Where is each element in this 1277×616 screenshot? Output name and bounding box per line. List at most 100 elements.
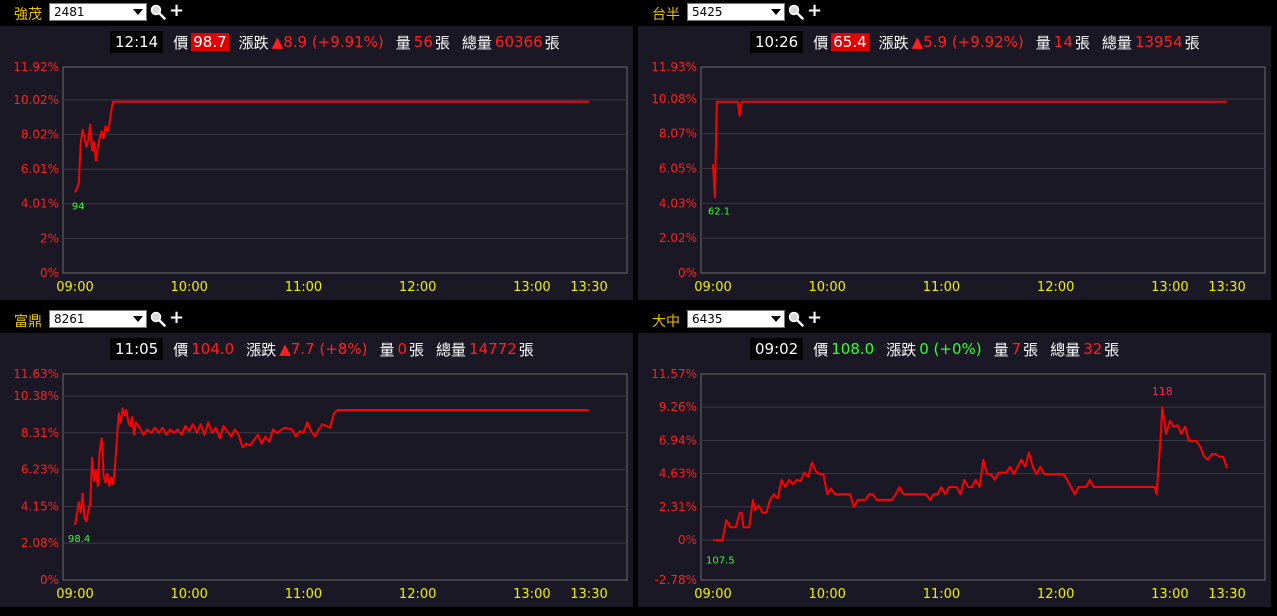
plot-frame	[700, 66, 1266, 274]
x-tick-label: 10:00	[808, 280, 845, 295]
panel-header: 富鼎 8261 +	[0, 307, 633, 332]
add-icon[interactable]: +	[807, 309, 822, 327]
stock-code-combobox[interactable]: 6435	[687, 310, 785, 328]
chevron-down-icon[interactable]	[771, 316, 781, 322]
x-tick-label: 13:00	[1151, 587, 1188, 602]
add-icon[interactable]: +	[169, 2, 184, 20]
y-tick-label: 8.02%	[21, 127, 59, 141]
chart-area: 10:26 價 65.4 漲跌 ▲5.9 (+9.92%) 量 14 張 總量 1…	[638, 26, 1271, 300]
y-tick-label: 11.63%	[13, 367, 59, 381]
stock-name: 台半	[652, 7, 680, 23]
chart-area: 09:02 價 108.0 漲跌 0 (+0%) 量 7張 總量 32 張 11.…	[638, 333, 1271, 607]
stock-code-combobox[interactable]: 5425	[687, 3, 785, 21]
intraday-line-chart: 11.92% 10.02% 8.02% 6.01% 4.01% 2% 0%09:00 10:0…	[13, 60, 628, 295]
x-tick-label: 13:30	[1208, 587, 1245, 602]
x-tick-label: 12:00	[399, 280, 436, 295]
stock-code-value: 2481	[54, 5, 85, 19]
y-tick-label: 8.07%	[659, 127, 697, 141]
stock-code-value: 8261	[54, 312, 85, 326]
y-tick-label: 6.05%	[659, 162, 697, 176]
y-tick-label: -2.78%	[655, 573, 697, 587]
stock-name: 富鼎	[14, 314, 42, 330]
chevron-down-icon[interactable]	[133, 316, 143, 322]
low-price-label: 94	[72, 201, 85, 212]
add-icon[interactable]: +	[169, 309, 184, 327]
intraday-line-chart: 11.63% 10.38% 8.31% 6.23% 4.15% 2.08% 0%09:00 1…	[13, 367, 628, 602]
x-tick-label: 09:00	[694, 587, 731, 602]
y-tick-label: 2%	[40, 231, 59, 245]
chevron-down-icon[interactable]	[133, 9, 143, 15]
price-line	[712, 100, 1227, 199]
y-tick-label: 10.02%	[13, 93, 59, 107]
search-icon[interactable]	[150, 311, 166, 327]
x-tick-label: 13:00	[513, 280, 550, 295]
x-tick-label: 13:00	[513, 587, 550, 602]
x-tick-label: 12:00	[399, 587, 436, 602]
low-price-label: 62.1	[708, 207, 730, 218]
chevron-down-icon[interactable]	[771, 9, 781, 15]
y-tick-label: 11.57%	[651, 367, 697, 381]
y-tick-label: 11.92%	[13, 60, 59, 74]
y-tick-label: 0%	[678, 266, 697, 280]
stock-code-value: 5425	[692, 5, 723, 19]
stock-code-combobox[interactable]: 8261	[49, 310, 147, 328]
stock-panel-8261: 富鼎 8261 + 11:05 價 104.0 漲跌 ▲7.7 (+8%) 量 …	[0, 307, 633, 607]
y-tick-label: 6.23%	[21, 463, 59, 477]
x-tick-label: 09:00	[694, 280, 731, 295]
y-tick-label: 10.38%	[13, 389, 59, 403]
x-tick-label: 12:00	[1037, 587, 1074, 602]
x-tick-label: 10:00	[808, 587, 845, 602]
y-tick-label: 6.94%	[659, 433, 697, 447]
x-tick-label: 12:00	[1037, 280, 1074, 295]
y-tick-label: 10.08%	[651, 92, 697, 106]
stock-panel-2481: 強茂 2481 + 12:14 價 98.7 漲跌 ▲8.9 (+9.91%) …	[0, 0, 633, 300]
search-icon[interactable]	[788, 4, 804, 20]
y-tick-label: 11.93%	[651, 60, 697, 74]
stock-name: 強茂	[14, 7, 42, 23]
x-tick-label: 13:00	[1151, 280, 1188, 295]
x-tick-label: 10:00	[170, 587, 207, 602]
intraday-line-chart: 11.93% 10.08% 8.07% 6.05% 4.03% 2.02% 0%09:00 1…	[651, 60, 1266, 295]
stock-code-combobox[interactable]: 2481	[49, 3, 147, 21]
x-tick-label: 09:00	[56, 280, 93, 295]
stock-panel-6435: 大中 6435 + 09:02 價 108.0 漲跌 0 (+0%) 量 7張 …	[638, 307, 1271, 607]
low-price-label: 98.4	[68, 534, 90, 545]
y-tick-label: 2.08%	[21, 536, 59, 550]
plot-frame	[700, 373, 1266, 581]
x-tick-label: 11:00	[285, 587, 322, 602]
y-tick-label: 4.01%	[21, 197, 59, 211]
x-tick-label: 13:30	[570, 280, 607, 295]
chart-area: 11:05 價 104.0 漲跌 ▲7.7 (+8%) 量 0張 總量 1477…	[0, 333, 633, 607]
y-tick-label: 4.03%	[659, 196, 697, 210]
intraday-line-chart: 11.57% 9.26% 6.94% 4.63% 2.31% 0% -2.78%09:00 1…	[651, 367, 1266, 602]
y-tick-label: 9.26%	[659, 400, 697, 414]
y-tick-label: 2.02%	[659, 231, 697, 245]
search-icon[interactable]	[150, 4, 166, 20]
plot-frame	[62, 66, 628, 274]
x-tick-label: 13:30	[1208, 280, 1245, 295]
x-tick-label: 11:00	[285, 280, 322, 295]
y-tick-label: 0%	[678, 533, 697, 547]
x-tick-label: 11:00	[923, 280, 960, 295]
y-tick-label: 8.31%	[21, 426, 59, 440]
price-line	[74, 407, 589, 526]
stock-name: 大中	[652, 314, 680, 330]
low-price-label: 107.5	[706, 556, 735, 567]
y-tick-label: 4.63%	[659, 467, 697, 481]
high-price-label: 118	[1152, 385, 1173, 398]
stock-code-value: 6435	[692, 312, 723, 326]
plot-frame	[62, 373, 628, 581]
stock-panel-5425: 台半 5425 + 10:26 價 65.4 漲跌 ▲5.9 (+9.92%) …	[638, 0, 1271, 300]
y-tick-label: 0%	[40, 266, 59, 280]
y-tick-label: 0%	[40, 573, 59, 587]
x-tick-label: 11:00	[923, 587, 960, 602]
search-icon[interactable]	[788, 311, 804, 327]
add-icon[interactable]: +	[807, 2, 822, 20]
y-tick-label: 2.31%	[659, 500, 697, 514]
chart-area: 12:14 價 98.7 漲跌 ▲8.9 (+9.91%) 量 56 張 總量 6…	[0, 26, 633, 300]
x-tick-label: 10:00	[170, 280, 207, 295]
y-tick-label: 4.15%	[21, 499, 59, 513]
panel-header: 強茂 2481 +	[0, 0, 633, 25]
y-tick-label: 6.01%	[21, 162, 59, 176]
price-line	[74, 100, 589, 193]
